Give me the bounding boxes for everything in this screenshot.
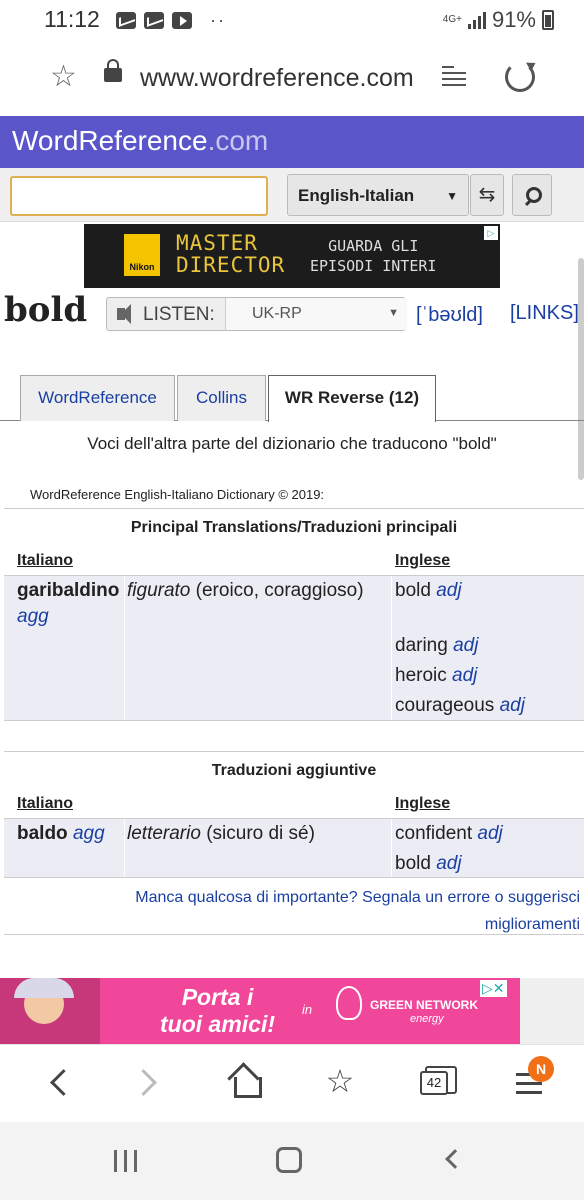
speaker-icon[interactable] — [117, 304, 131, 324]
youtube-icon — [172, 12, 192, 29]
reader-mode-icon[interactable] — [442, 66, 466, 88]
status-bar: 11:12 ·· 4G+ 91% — [0, 0, 584, 42]
ad-close-icon[interactable]: ▷✕ — [480, 980, 507, 997]
dictionary-select[interactable]: English-Italian ▼ — [287, 174, 469, 216]
ad-banner-bottom[interactable]: Porta i tuoi amici! in GREEN NETWORK ene… — [0, 978, 520, 1044]
battery-percent: 91% — [491, 7, 536, 32]
source-term: garibaldino agg — [17, 580, 120, 627]
column-header-target: Inglese — [395, 795, 451, 812]
ad-headline: Porta i tuoi amici! — [160, 984, 276, 1037]
ad-cta: GUARDA GLI EPISODI INTERI — [310, 237, 437, 275]
forward-arrow-icon[interactable] — [128, 1063, 168, 1103]
network-type: 4G+ — [442, 14, 462, 25]
notification-badge: N — [528, 1056, 554, 1082]
listen-widget[interactable]: LISTEN: UK-RP ▼ — [106, 297, 407, 331]
search-button[interactable] — [512, 174, 552, 216]
signal-icon — [467, 11, 486, 29]
bulb-icon — [336, 986, 362, 1020]
browser-url-bar: ☆ www.wordreference.com — [0, 42, 584, 114]
browser-toolbar: ☆ 42 — [0, 1044, 584, 1122]
site-header: WordReference.com — [0, 116, 584, 168]
report-error-link[interactable]: Manca qualcosa di importante? Segnala un… — [100, 884, 580, 938]
system-home-icon[interactable] — [276, 1147, 302, 1173]
ad-choices-icon[interactable]: ▷ — [484, 226, 498, 240]
reload-icon[interactable] — [505, 62, 535, 92]
search-bar: English-Italian ▼ ⇆ — [0, 168, 584, 222]
tab-wr-reverse[interactable]: WR Reverse (12) — [268, 375, 436, 422]
back-arrow-icon[interactable] — [40, 1063, 80, 1103]
column-header-source: Italiano — [17, 795, 74, 812]
links-link[interactable]: [LINKS] — [510, 302, 579, 325]
column-header-target: Inglese — [395, 552, 451, 569]
chevron-down-icon: ▼ — [388, 307, 399, 319]
bookmarks-star-icon[interactable]: ☆ — [320, 1063, 360, 1103]
mail-icon — [116, 12, 136, 29]
status-time: 11:12 — [44, 6, 100, 32]
home-icon[interactable] — [226, 1063, 266, 1103]
tab-wordreference[interactable]: WordReference — [20, 375, 175, 421]
section-title: Traduzioni aggiuntive — [4, 751, 584, 787]
ad-banner-top[interactable]: Nikon MASTER DIRECTOR GUARDA GLI EPISODI… — [84, 224, 500, 288]
section-title: Principal Translations/Traduzioni princi… — [4, 508, 584, 544]
copyright-text: WordReference English-Italiano Dictionar… — [30, 487, 325, 502]
system-back-icon[interactable] — [445, 1149, 465, 1169]
url-field[interactable]: www.wordreference.com — [140, 64, 414, 93]
system-nav-bar — [0, 1122, 584, 1200]
column-header-source: Italiano — [17, 552, 74, 569]
translation-item: bold adj — [395, 853, 462, 874]
ad-brand: GREEN NETWORK energy — [370, 998, 478, 1025]
listen-label: LISTEN: — [143, 304, 215, 325]
source-note: letterario (sicuro di sé) — [127, 823, 315, 844]
search-input[interactable] — [10, 176, 268, 216]
tab-collins[interactable]: Collins — [177, 375, 266, 421]
recent-apps-icon[interactable] — [114, 1150, 138, 1172]
ad-image — [0, 978, 100, 1044]
ad-brand-logo: Nikon — [124, 234, 160, 276]
source-term: baldo agg — [17, 823, 105, 844]
chevron-down-icon: ▼ — [446, 189, 458, 203]
accent-select[interactable]: UK-RP ▼ — [225, 298, 407, 330]
translation-item: heroic adj — [395, 665, 478, 686]
more-notifications-icon: ·· — [210, 10, 226, 30]
intro-text: Voci dell'altra parte del dizionario che… — [87, 434, 497, 453]
translation-item: confident adj — [395, 823, 503, 844]
source-note: figurato (eroico, coraggioso) — [127, 580, 364, 601]
status-right: 4G+ 91% — [443, 7, 554, 33]
lock-icon[interactable] — [104, 59, 122, 82]
divider — [4, 934, 584, 935]
translation-item: bold adj — [395, 580, 462, 601]
tabs-icon[interactable]: 42 — [416, 1063, 457, 1103]
gmail-icon — [144, 12, 164, 29]
site-logo[interactable]: WordReference.com — [12, 125, 268, 157]
battery-icon — [542, 10, 554, 30]
page-title: bold — [4, 290, 88, 330]
translation-item: courageous adj — [395, 695, 525, 716]
swap-languages-button[interactable]: ⇆ — [470, 174, 504, 216]
ad-headline: MASTER DIRECTOR — [176, 231, 286, 277]
notification-icons: ·· — [116, 10, 226, 31]
ipa-link[interactable]: [ˈbəʊld] — [416, 304, 483, 327]
translation-item: daring adj — [395, 635, 479, 656]
bookmark-star-icon[interactable]: ☆ — [50, 62, 77, 92]
